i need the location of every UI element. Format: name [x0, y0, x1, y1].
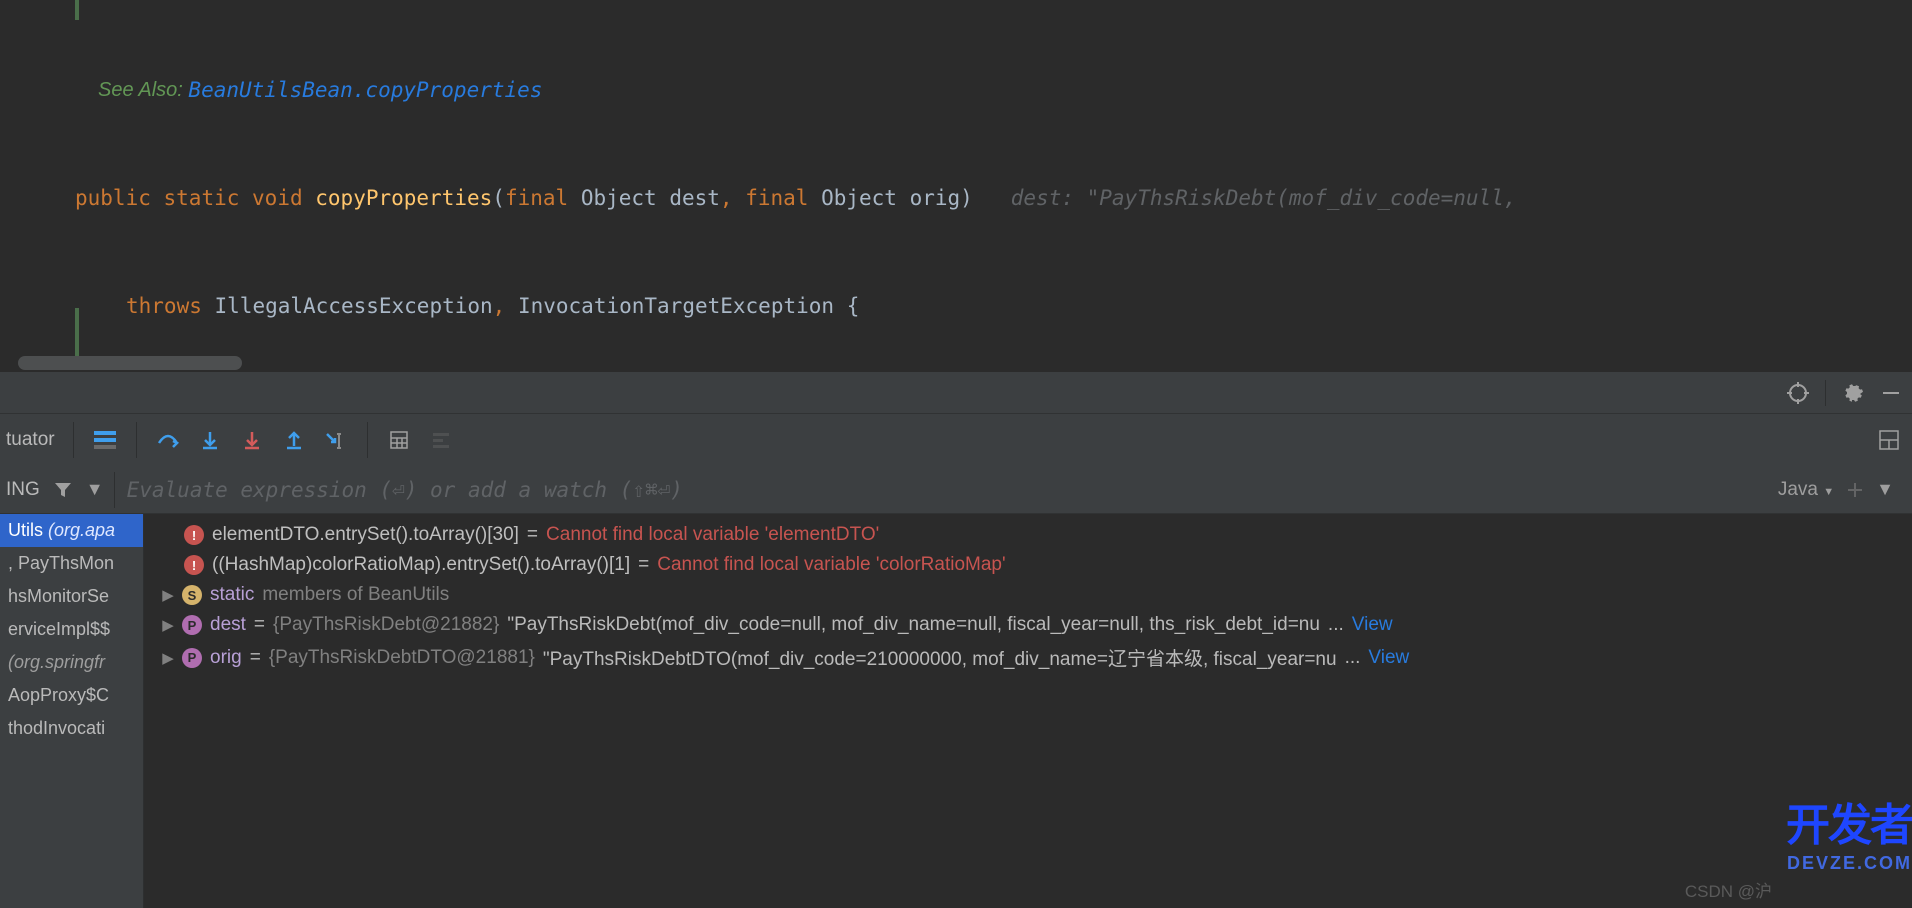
- view-link[interactable]: View: [1352, 614, 1393, 636]
- variable-name: static: [210, 584, 254, 606]
- keyword-final: final: [505, 180, 568, 216]
- variable-row[interactable]: ▶ S static members of BeanUtils: [144, 580, 1904, 610]
- debug-panel-header: [0, 372, 1912, 414]
- stack-frame[interactable]: (org.springfr: [0, 646, 143, 679]
- chevron-down-icon[interactable]: ▼: [1876, 479, 1894, 500]
- tab-actuator[interactable]: tuator: [0, 429, 65, 451]
- exception-type: IllegalAccessException: [215, 288, 493, 324]
- chevron-down-icon[interactable]: ▼: [86, 479, 104, 500]
- horizontal-scrollbar[interactable]: [18, 356, 242, 370]
- watch-error-row[interactable]: ! ((HashMap)colorRatioMap).entrySet().to…: [144, 550, 1904, 580]
- inline-debug-hint: dest: "PayThsRiskDebt(mof_div_code=null,: [1011, 180, 1517, 216]
- watch-expression: elementDTO.entrySet().toArray()[30]: [212, 524, 519, 546]
- type-object: Object: [581, 180, 657, 216]
- type-object: Object: [821, 180, 897, 216]
- add-watch-icon[interactable]: [1844, 479, 1866, 501]
- watches-toolbar: ING ▼ Evaluate expression (⏎) or add a w…: [0, 466, 1912, 514]
- variables-panel[interactable]: ! elementDTO.entrySet().toArray()[30] = …: [144, 514, 1912, 908]
- expand-chevron-icon[interactable]: ▶: [162, 649, 174, 667]
- paren-open: (: [492, 180, 505, 216]
- variable-desc: members of BeanUtils: [262, 584, 449, 606]
- comma: ,: [720, 180, 745, 216]
- param-badge-icon: P: [182, 615, 202, 635]
- paren-close: ): [960, 180, 973, 216]
- step-out-icon[interactable]: [283, 429, 305, 451]
- target-icon[interactable]: [1787, 382, 1809, 404]
- csdn-watermark: CSDN @沪: [1685, 877, 1772, 902]
- keyword-final: final: [745, 180, 808, 216]
- stack-frame[interactable]: , PayThsMon: [0, 547, 143, 580]
- step-into-icon[interactable]: [199, 429, 221, 451]
- debug-toolbar: tuator: [0, 414, 1912, 466]
- run-to-cursor-icon[interactable]: [325, 429, 347, 451]
- tab-threads[interactable]: ING: [6, 479, 40, 501]
- variable-row[interactable]: ▶ P dest = {PayThsRiskDebt@21882} "PayTh…: [144, 610, 1904, 640]
- filter-icon[interactable]: [54, 481, 72, 499]
- frames-list[interactable]: Utils (org.apa , PayThsMon hsMonitorSe e…: [0, 514, 144, 908]
- watch-error-row[interactable]: ! elementDTO.entrySet().toArray()[30] = …: [144, 520, 1904, 550]
- param-dest: dest: [669, 180, 720, 216]
- stack-frame[interactable]: Utils (org.apa: [0, 514, 143, 547]
- frames-icon[interactable]: [94, 429, 116, 451]
- javadoc-see-also: See Also:: [98, 72, 188, 108]
- step-over-icon[interactable]: [157, 429, 179, 451]
- keyword-void: void: [252, 180, 303, 216]
- stack-frame[interactable]: AopProxy$C: [0, 679, 143, 712]
- brace-open: {: [847, 288, 860, 324]
- variable-value: "PayThsRiskDebtDTO(mof_div_code=21000000…: [543, 644, 1337, 671]
- trace-current-stream-icon[interactable]: [430, 429, 452, 451]
- view-link[interactable]: View: [1368, 647, 1409, 669]
- variable-name: orig: [210, 647, 242, 669]
- param-orig: orig: [910, 180, 961, 216]
- variable-name: dest: [210, 614, 246, 636]
- expand-chevron-icon[interactable]: ▶: [162, 616, 174, 634]
- error-message: Cannot find local variable 'colorRatioMa…: [657, 554, 1005, 576]
- language-selector[interactable]: Java ▼: [1778, 479, 1834, 501]
- watch-expression: ((HashMap)colorRatioMap).entrySet().toAr…: [212, 554, 630, 576]
- keyword-static: static: [164, 180, 240, 216]
- keyword-throws: throws: [126, 288, 202, 324]
- watermark-logo: 开发者 DEVZE.COM: [1786, 789, 1912, 874]
- method-name: copyProperties: [315, 180, 492, 216]
- stack-frame[interactable]: hsMonitorSe: [0, 580, 143, 613]
- javadoc-link[interactable]: BeanUtilsBean.copyProperties: [188, 72, 542, 108]
- gear-icon[interactable]: [1842, 382, 1864, 404]
- error-icon: !: [184, 525, 204, 545]
- variable-type: {PayThsRiskDebtDTO@21881}: [269, 647, 535, 669]
- expand-chevron-icon[interactable]: ▶: [162, 586, 174, 604]
- chevron-down-icon: ▼: [1823, 486, 1834, 498]
- evaluate-expression-input[interactable]: Evaluate expression (⏎) or add a watch (…: [115, 478, 1778, 502]
- variable-value: "PayThsRiskDebt(mof_div_code=null, mof_d…: [507, 614, 1320, 636]
- variable-type: {PayThsRiskDebt@21882}: [273, 614, 499, 636]
- stack-frame[interactable]: thodInvocati: [0, 712, 143, 745]
- stack-frame[interactable]: erviceImpl$$: [0, 613, 143, 646]
- layout-settings-icon[interactable]: [1878, 429, 1900, 451]
- error-icon: !: [184, 555, 204, 575]
- error-message: Cannot find local variable 'elementDTO': [546, 524, 879, 546]
- static-badge-icon: S: [182, 585, 202, 605]
- minimize-icon[interactable]: [1880, 382, 1902, 404]
- param-badge-icon: P: [182, 648, 202, 668]
- code-editor[interactable]: See Also: BeanUtilsBean.copyProperties p…: [0, 0, 1912, 372]
- force-step-into-icon[interactable]: [241, 429, 263, 451]
- evaluate-expression-icon[interactable]: [388, 429, 410, 451]
- comma: ,: [493, 288, 518, 324]
- keyword-public: public: [75, 180, 151, 216]
- variable-row[interactable]: ▶ P orig = {PayThsRiskDebtDTO@21881} "Pa…: [144, 640, 1904, 675]
- debug-body: Utils (org.apa , PayThsMon hsMonitorSe e…: [0, 514, 1912, 908]
- exception-type: InvocationTargetException: [518, 288, 834, 324]
